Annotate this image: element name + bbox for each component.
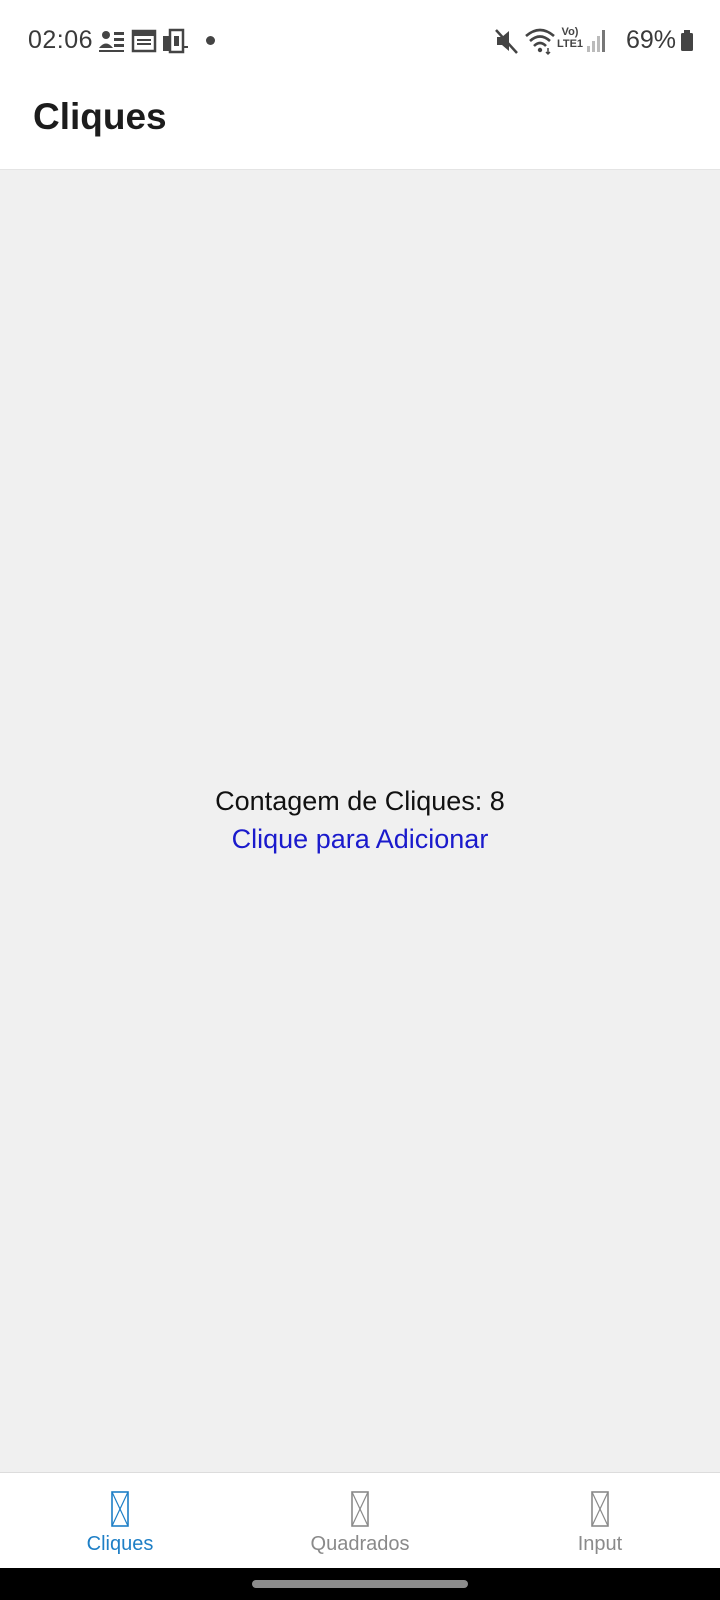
battery-icon bbox=[681, 30, 693, 51]
click-count-label: Contagem de Cliques: 8 bbox=[215, 786, 505, 816]
app-screen: 02:06 Vo) LTE1 69% Cliques Contagem de C… bbox=[0, 0, 720, 1600]
tab-cliques[interactable]: Cliques bbox=[0, 1473, 240, 1569]
main-content: Contagem de Cliques: 8 Clique para Adici… bbox=[0, 170, 720, 1472]
tab-input[interactable]: Input bbox=[480, 1473, 720, 1569]
home-gesture-handle[interactable] bbox=[252, 1580, 468, 1588]
placeholder-icon bbox=[591, 1491, 609, 1527]
system-nav-bar bbox=[0, 1568, 720, 1600]
status-time: 02:06 bbox=[28, 26, 94, 54]
tab-label-quadrados: Quadrados bbox=[310, 1533, 410, 1555]
add-click-button[interactable]: Clique para Adicionar bbox=[0, 824, 720, 855]
tab-quadrados[interactable]: Quadrados bbox=[240, 1473, 480, 1569]
placeholder-icon bbox=[111, 1491, 129, 1527]
app-bar: Cliques bbox=[0, 82, 720, 170]
bottom-tab-bar: Cliques Quadrados Input bbox=[0, 1472, 720, 1568]
status-bar: 02:06 Vo) LTE1 69% bbox=[0, 0, 720, 82]
wifi-icon bbox=[525, 28, 555, 56]
tab-label-cliques: Cliques bbox=[86, 1533, 154, 1555]
battery-percent: 69% bbox=[626, 26, 677, 54]
signal-icon bbox=[587, 30, 605, 52]
page-title: Cliques bbox=[33, 96, 167, 137]
volte-icon: Vo) LTE1 bbox=[556, 26, 584, 56]
device-icon bbox=[163, 28, 188, 54]
volte-label: Vo) bbox=[561, 26, 579, 38]
notification-dot bbox=[206, 36, 215, 45]
calendar-icon bbox=[131, 29, 157, 53]
placeholder-icon bbox=[351, 1491, 369, 1527]
tab-label-input: Input bbox=[577, 1533, 623, 1555]
mute-icon bbox=[495, 29, 518, 54]
contacts-icon bbox=[99, 31, 124, 52]
lte-label: LTE1 bbox=[556, 38, 584, 50]
